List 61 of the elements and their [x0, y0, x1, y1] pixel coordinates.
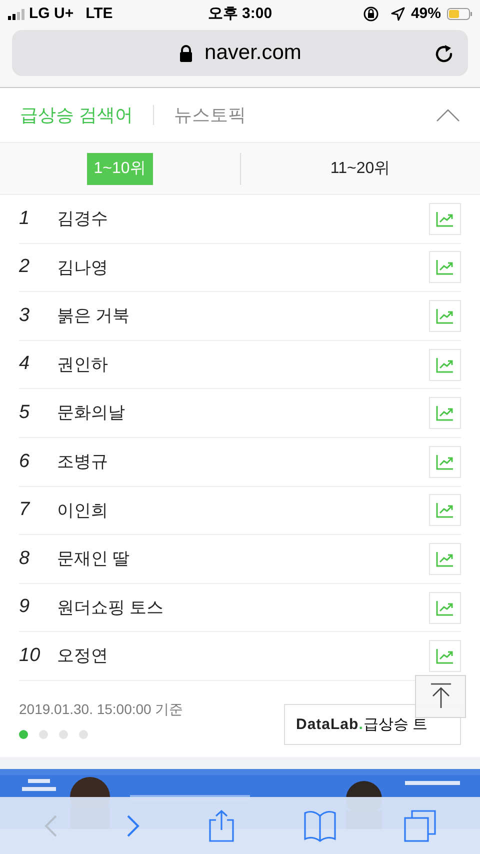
battery-icon — [447, 8, 472, 20]
trend-button[interactable] — [429, 494, 461, 526]
keyword-link[interactable]: 김경수 — [57, 206, 429, 232]
trend-chart-icon — [436, 600, 454, 616]
trend-chart-icon — [436, 356, 454, 373]
rank-number: 7 — [19, 498, 32, 522]
trend-chart-icon — [436, 648, 454, 664]
rank-number: 10 — [19, 644, 42, 668]
rank-number: 1 — [19, 206, 31, 231]
trend-chart-icon — [436, 210, 454, 227]
keyword-link[interactable]: 오정연 — [57, 643, 429, 669]
tabs-icon[interactable] — [404, 810, 436, 842]
keyword-link[interactable]: 원더쇼핑 토스 — [57, 594, 429, 620]
keyword-link[interactable]: 붉은 거북 — [57, 303, 429, 329]
trend-button[interactable] — [429, 397, 461, 430]
scroll-top-button[interactable] — [415, 674, 466, 718]
trend-button[interactable] — [429, 348, 461, 381]
collapse-icon[interactable] — [436, 108, 460, 122]
forward-icon[interactable] — [126, 814, 140, 838]
status-time: 오후 3:00 — [206, 4, 274, 24]
address-field[interactable]: naver.com — [12, 30, 468, 76]
rank-number: 2 — [19, 255, 31, 280]
trend-button[interactable] — [429, 640, 461, 672]
rotation-lock-icon — [362, 6, 379, 22]
update-timestamp: 2019.01.30. 15:00:00 기준 — [19, 700, 184, 719]
location-arrow-icon — [390, 7, 405, 21]
trend-chart-icon — [436, 454, 454, 470]
signal-icon — [8, 8, 25, 20]
trend-button[interactable] — [429, 542, 461, 575]
keyword-link[interactable]: 문재인 딸 — [57, 546, 429, 572]
keyword-link[interactable]: 김나영 — [57, 254, 429, 280]
keyword-link[interactable]: 이인희 — [57, 498, 429, 524]
trend-button[interactable] — [429, 446, 461, 478]
book-icon[interactable] — [304, 810, 336, 842]
trend-chart-icon — [436, 259, 454, 276]
range-tab[interactable]: 11~20위 — [323, 152, 398, 184]
trend-button[interactable] — [429, 202, 461, 235]
rank-number: 3 — [19, 304, 31, 328]
reload-icon[interactable] — [434, 43, 454, 63]
trend-button[interactable] — [429, 300, 461, 332]
rank-number: 4 — [19, 352, 31, 376]
trend-button[interactable] — [429, 592, 461, 624]
network-type: LTE — [86, 4, 113, 24]
trend-button[interactable] — [429, 251, 461, 284]
trend-chart-icon — [436, 550, 454, 567]
trend-chart-icon — [436, 308, 454, 324]
keyword-link[interactable]: 권인하 — [57, 352, 429, 378]
rank-number: 5 — [19, 400, 31, 425]
trend-chart-icon — [436, 405, 454, 422]
keyword-link[interactable]: 문화의날 — [57, 400, 429, 426]
scroll-top-icon — [430, 683, 452, 710]
keyword-link[interactable]: 조병규 — [57, 449, 429, 475]
lock-icon — [178, 44, 193, 62]
share-icon[interactable] — [208, 810, 236, 842]
rank-number: 8 — [19, 546, 31, 571]
section-tab[interactable]: 뉴스토픽 — [174, 102, 246, 128]
rank-number: 9 — [19, 595, 31, 620]
carrier-name: LG U+ — [29, 4, 74, 24]
battery-percent: 49% — [410, 4, 441, 24]
trend-chart-icon — [436, 502, 454, 518]
rank-number: 6 — [19, 450, 31, 474]
